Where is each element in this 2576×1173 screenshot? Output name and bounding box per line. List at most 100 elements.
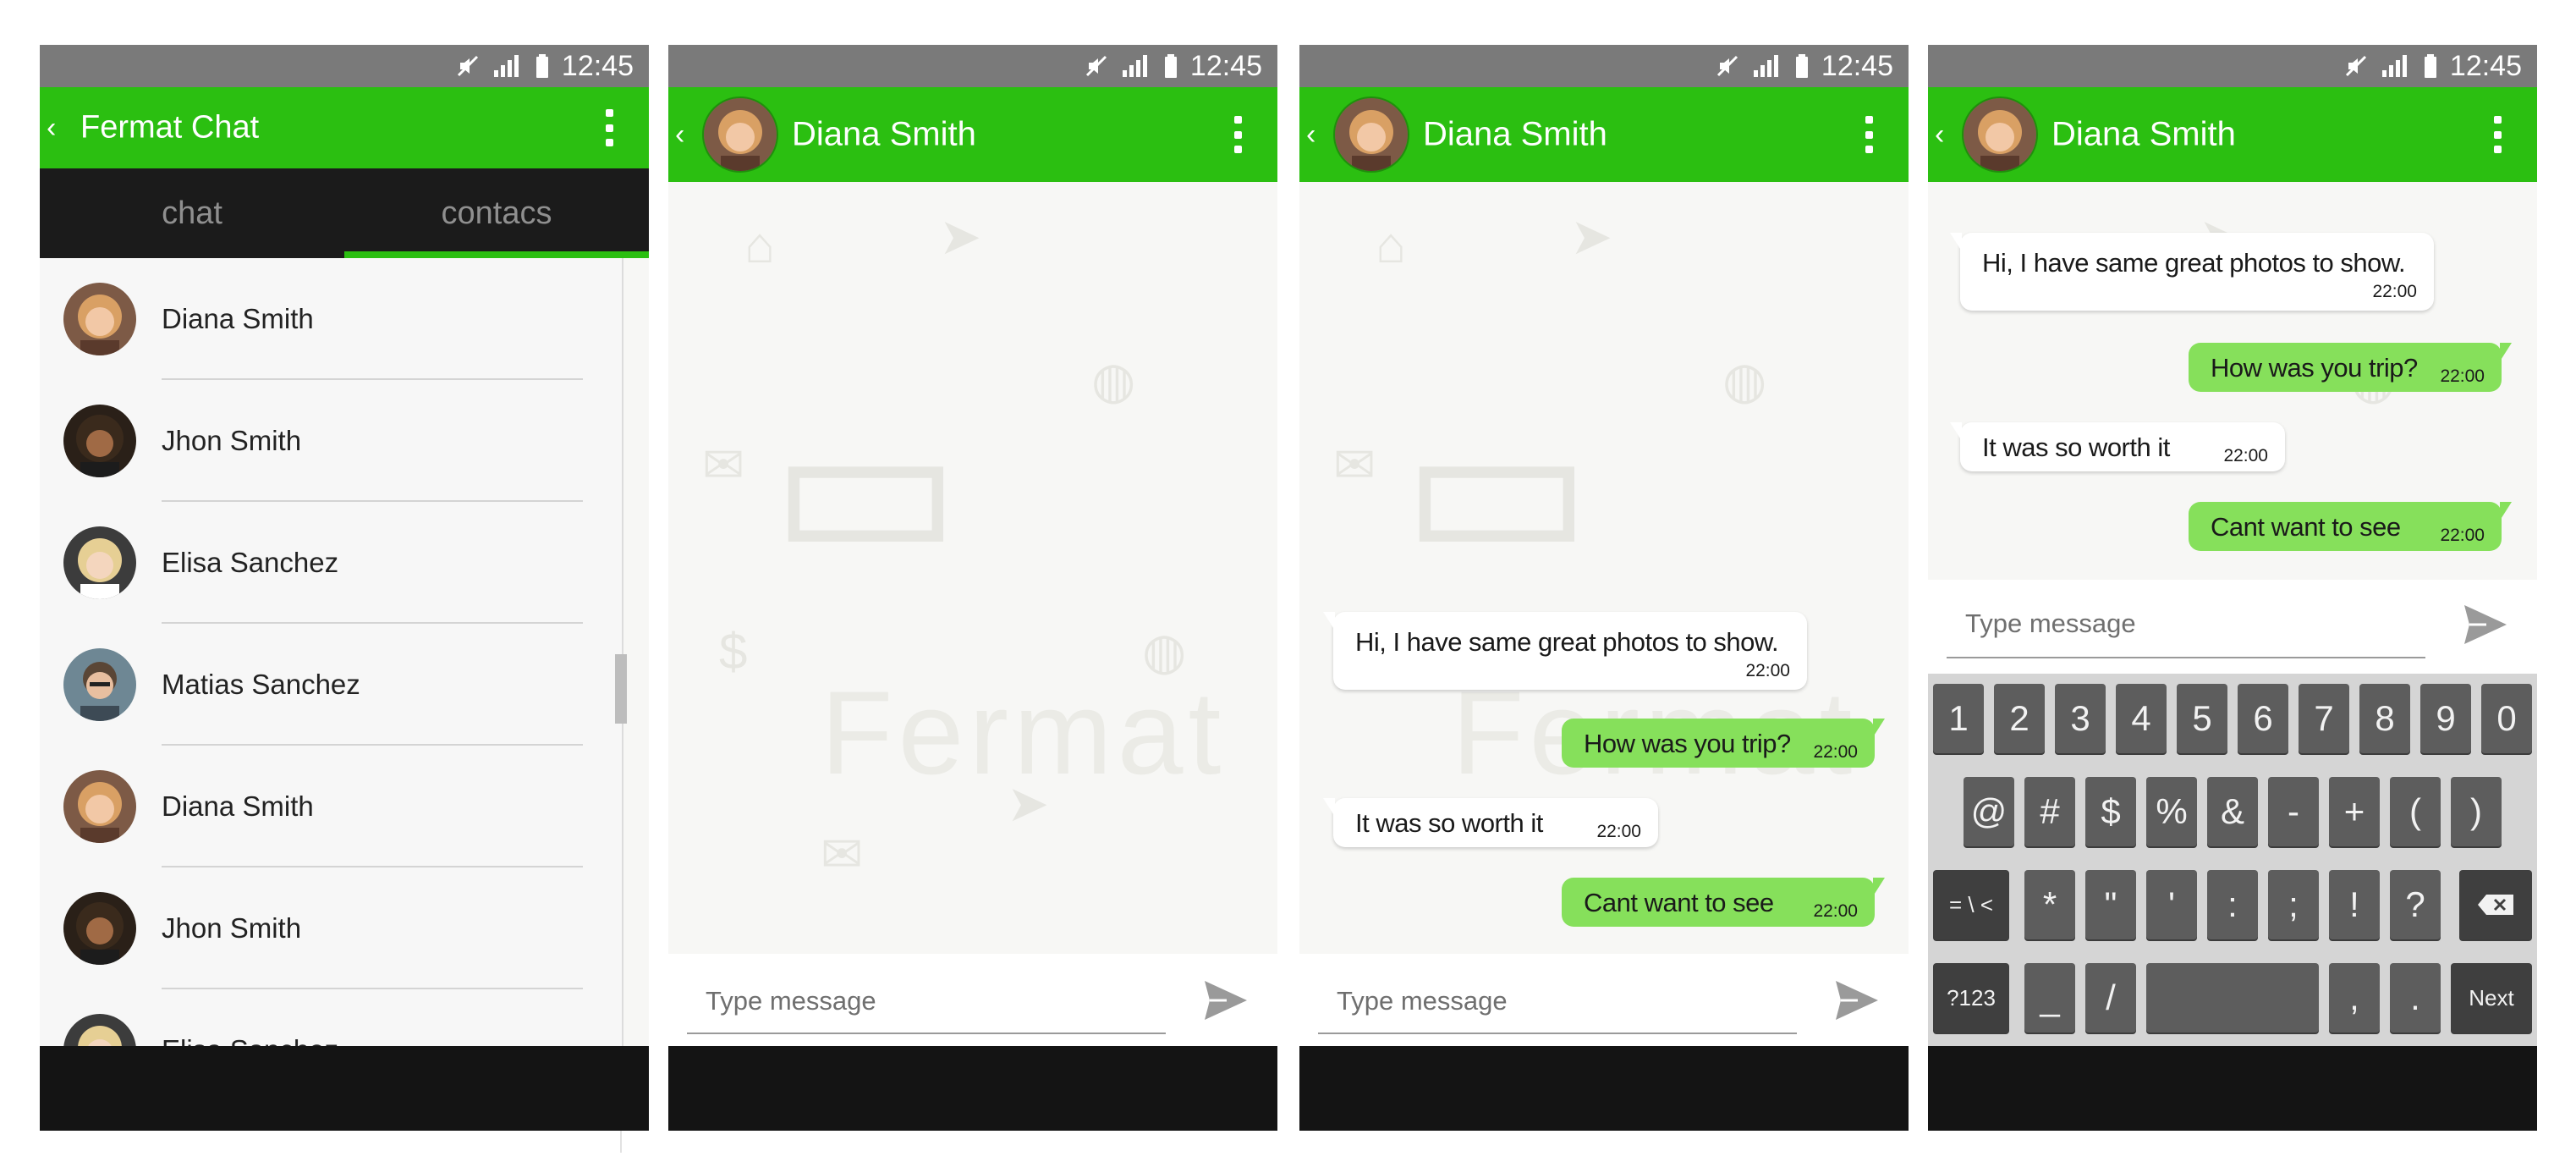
message-bubble-outgoing[interactable]: Cant want to see 22:00 xyxy=(2189,502,2512,551)
message-bubble-incoming[interactable]: It was so worth it 22:00 xyxy=(1950,422,2285,471)
key[interactable]: . xyxy=(2390,963,2441,1033)
back-icon[interactable]: ‹ xyxy=(675,120,684,149)
key[interactable]: + xyxy=(2329,777,2380,846)
key[interactable]: ) xyxy=(2451,777,2502,846)
key[interactable]: - xyxy=(2268,777,2319,846)
next-key[interactable]: Next xyxy=(2451,963,2532,1033)
dollar-icon: $ xyxy=(719,623,748,680)
send-icon[interactable] xyxy=(1201,976,1250,1025)
key[interactable]: # xyxy=(2024,777,2075,846)
key[interactable]: 4 xyxy=(2116,684,2167,753)
input-underline xyxy=(1947,657,2425,658)
battery-icon xyxy=(2424,54,2436,78)
signal-icon xyxy=(2381,55,2407,77)
symbols-shift-key[interactable]: = \ < xyxy=(1933,870,2009,939)
message-bubble-outgoing[interactable]: How was you trip? 22:00 xyxy=(2189,343,2512,392)
contact-row[interactable]: Diana Smith xyxy=(40,258,622,380)
status-time: 12:45 xyxy=(2449,49,2522,82)
space-bar[interactable] xyxy=(2146,963,2319,1033)
contact-row[interactable]: Diana Smith xyxy=(40,746,622,867)
key[interactable]: 2 xyxy=(1994,684,2045,753)
mute-icon xyxy=(2345,55,2366,77)
key[interactable]: " xyxy=(2085,870,2136,939)
key[interactable]: , xyxy=(2329,963,2380,1033)
contact-row[interactable]: Jhon Smith xyxy=(40,867,622,989)
message-bubble-incoming[interactable]: It was so worth it 22:00 xyxy=(1323,798,1658,847)
status-icons: 12:45 xyxy=(455,45,634,87)
status-bar: 12:45 xyxy=(1299,45,1909,87)
app-title: Fermat Chat xyxy=(80,109,260,146)
overflow-menu-icon[interactable] xyxy=(605,109,613,146)
avatar[interactable] xyxy=(1962,96,2038,173)
avatar[interactable] xyxy=(1333,96,1409,173)
message-bubble-outgoing[interactable]: How was you trip? 22:00 xyxy=(1562,719,1885,768)
key[interactable]: ! xyxy=(2329,870,2380,939)
message-bubble-incoming[interactable]: Hi, I have same great photos to show. 22… xyxy=(1950,233,2434,311)
bubble-tail xyxy=(1873,878,1885,896)
overflow-menu-icon[interactable] xyxy=(2493,116,2502,153)
message-bubble-incoming[interactable]: Hi, I have same great photos to show. 22… xyxy=(1323,612,1807,690)
send-icon[interactable] xyxy=(2461,600,2510,649)
screen-contact-list: 12:45 ‹ Fermat Chat chat contacs Diana S… xyxy=(40,45,649,1131)
on-screen-keyboard: 1 2 3 4 5 6 7 8 9 0 @ # $ % & - + ( ) = … xyxy=(1928,674,2537,1046)
key[interactable]: $ xyxy=(2085,777,2136,846)
back-icon[interactable]: ‹ xyxy=(1935,120,1944,149)
scrollbar[interactable] xyxy=(615,654,627,724)
key[interactable]: 3 xyxy=(2055,684,2106,753)
contact-row[interactable]: Elisa Sanchez xyxy=(40,502,622,624)
signal-icon xyxy=(1753,55,1778,77)
key[interactable]: _ xyxy=(2024,963,2075,1033)
message-text: Cant want to see xyxy=(2211,512,2401,542)
app-bar: ‹ Diana Smith xyxy=(668,87,1277,182)
contact-name: Diana Smith xyxy=(162,303,314,334)
back-icon[interactable]: ‹ xyxy=(47,113,56,142)
key[interactable]: ( xyxy=(2390,777,2441,846)
key[interactable]: % xyxy=(2146,777,2197,846)
overflow-menu-icon[interactable] xyxy=(1233,116,1242,153)
message-input[interactable]: Type message xyxy=(1337,986,1508,1016)
key[interactable]: @ xyxy=(1964,777,2014,846)
key[interactable]: ; xyxy=(2268,870,2319,939)
tab-contacts[interactable]: contacs xyxy=(344,168,649,258)
key[interactable]: * xyxy=(2024,870,2075,939)
key[interactable]: & xyxy=(2207,777,2258,846)
key[interactable]: : xyxy=(2207,870,2258,939)
key[interactable]: ? xyxy=(2390,870,2441,939)
tab-chat[interactable]: chat xyxy=(40,168,344,258)
message-input[interactable]: Type message xyxy=(706,986,876,1016)
key[interactable]: 5 xyxy=(2177,684,2227,753)
status-time: 12:45 xyxy=(561,49,634,82)
backspace-key[interactable] xyxy=(2459,870,2532,939)
avatar xyxy=(63,405,136,477)
symbols-toggle-key[interactable]: ?123 xyxy=(1933,963,2009,1033)
tab-bar: chat contacs xyxy=(40,168,649,258)
contact-name: Elisa Sanchez xyxy=(162,547,339,578)
avatar[interactable] xyxy=(702,96,778,173)
key[interactable]: / xyxy=(2085,963,2136,1033)
send-icon[interactable] xyxy=(1832,976,1881,1025)
envelope-icon: ✉ xyxy=(702,437,745,493)
overflow-menu-icon[interactable] xyxy=(1865,116,1873,153)
navigation-bar xyxy=(1299,1046,1909,1131)
key[interactable]: 7 xyxy=(2299,684,2349,753)
contact-row[interactable]: Elisa Sanchez xyxy=(40,989,622,1046)
message-input[interactable]: Type message xyxy=(1965,609,2136,639)
contact-name: Jhon Smith xyxy=(162,425,302,456)
key[interactable]: 1 xyxy=(1933,684,1984,753)
key[interactable]: 6 xyxy=(2238,684,2288,753)
message-time: 22:00 xyxy=(1745,661,1790,680)
back-icon[interactable]: ‹ xyxy=(1306,120,1315,149)
globe-icon: ◍ xyxy=(1722,352,1767,409)
key[interactable]: 8 xyxy=(2359,684,2410,753)
key[interactable]: 9 xyxy=(2420,684,2471,753)
message-time: 22:00 xyxy=(2223,446,2268,465)
status-time: 12:45 xyxy=(1821,49,1893,82)
contact-row[interactable]: Jhon Smith xyxy=(40,380,622,502)
contact-row[interactable]: Matias Sanchez xyxy=(40,624,622,746)
contact-list[interactable]: Diana Smith Jhon Smith Elisa Sanchez Mat… xyxy=(40,258,623,1046)
message-bubble-outgoing[interactable]: Cant want to see 22:00 xyxy=(1562,878,1885,927)
key[interactable]: ' xyxy=(2146,870,2197,939)
avatar xyxy=(63,770,136,843)
avatar xyxy=(63,526,136,599)
key[interactable]: 0 xyxy=(2481,684,2532,753)
